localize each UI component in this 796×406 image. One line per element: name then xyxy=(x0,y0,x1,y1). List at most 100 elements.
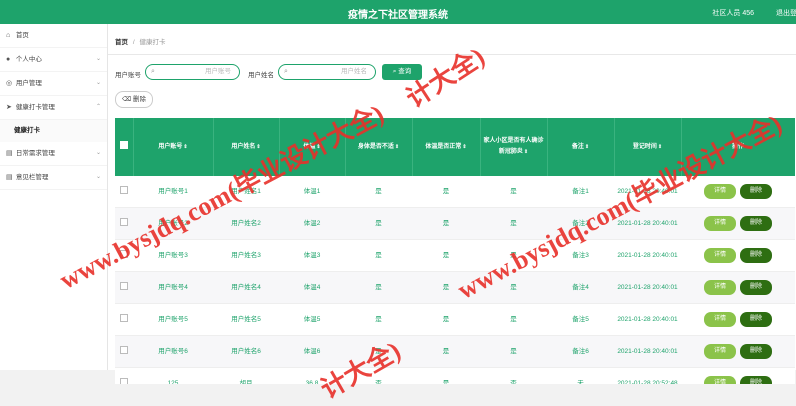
table-cell: 是 xyxy=(412,271,480,304)
sidebar-item-users[interactable]: ◎ 用户管理 ⌄ xyxy=(0,72,107,96)
table-cell: 2021-01-28 20:40:01 xyxy=(614,239,681,272)
table-cell: 用户姓名2 xyxy=(213,207,279,240)
sidebar-item-home[interactable]: ⌂ 首页 xyxy=(0,24,107,48)
search-icon: ⌕ xyxy=(392,68,397,75)
column-header[interactable]: 用户姓名⇕ xyxy=(213,118,280,176)
detail-button[interactable]: 详情 xyxy=(704,344,736,359)
breadcrumb-home[interactable]: 首页 xyxy=(115,39,128,46)
detail-button[interactable]: 详情 xyxy=(704,280,736,295)
row-checkbox[interactable] xyxy=(120,377,128,384)
table-cell: 2021-01-28 20:40:01 xyxy=(614,207,681,240)
table-row: 用户账号6 用户姓名6 体温6 是是是备注6 2021-01-28 20:40:01 详情… xyxy=(115,335,795,368)
table-cell: 用户姓名5 xyxy=(213,303,279,336)
detail-button[interactable]: 详情 xyxy=(704,184,736,199)
table-cell: 2021-01-28 20:40:01 xyxy=(614,176,681,208)
detail-button[interactable]: 详情 xyxy=(704,248,736,263)
delete-button[interactable]: 删除 xyxy=(740,280,772,295)
home-icon: ⌂ xyxy=(6,32,11,39)
detail-button[interactable]: 详情 xyxy=(704,376,736,384)
column-header[interactable]: 登记时间⇕ xyxy=(614,118,682,176)
sidebar-subitem-health-checkin[interactable]: 健康打卡 xyxy=(0,120,107,142)
row-actions: 详情 删除 xyxy=(681,335,795,368)
name-search-input[interactable]: ⌕ 用户姓名 xyxy=(278,64,376,80)
table-cell: 是 xyxy=(345,303,412,336)
table-cell: 是 xyxy=(345,271,412,304)
delete-button[interactable]: 删除 xyxy=(740,248,772,263)
sidebar-item-profile[interactable]: ● 个人中心 ⌄ xyxy=(0,48,107,72)
table-cell: 是 xyxy=(480,303,547,336)
column-header[interactable]: 体温是否正常⇕ xyxy=(412,118,481,176)
delete-button[interactable]: 删除 xyxy=(740,184,772,199)
sidebar-item-label: 日常需求管理 xyxy=(15,150,55,157)
chevron-down-icon: ⌄ xyxy=(95,150,101,156)
row-checkbox[interactable] xyxy=(120,281,128,290)
account-label: 用户账号 xyxy=(115,72,141,79)
sidebar-item-label: 健康打卡管理 xyxy=(15,104,55,111)
table-cell: 是 xyxy=(345,176,412,208)
sidebar-item-health[interactable]: ➤ 健康打卡管理 ⌃ xyxy=(0,96,107,120)
column-header[interactable]: 体温⇕ xyxy=(279,118,346,176)
account-placeholder: 用户账号 xyxy=(205,68,231,75)
table-cell: 用户账号6 xyxy=(133,335,213,368)
column-header[interactable]: 家人小区是否有人确诊新冠肺炎⇕ xyxy=(480,118,548,176)
sidebar-item-needs[interactable]: ▤ 日常需求管理 ⌄ xyxy=(0,142,107,166)
detail-button[interactable]: 详情 xyxy=(704,216,736,231)
row-checkbox[interactable] xyxy=(120,249,128,258)
table-cell: 是 xyxy=(345,239,412,272)
sort-icon: ⇕ xyxy=(394,143,400,150)
sidebar-item-feedback[interactable]: ▤ 意见栏管理 ⌄ xyxy=(0,166,107,190)
table-cell: 用户账号5 xyxy=(133,303,213,336)
table-header-row: 用户账号⇕ 用户姓名⇕ 体温⇕ 身体是否不适⇕ 体温是否正常⇕ 家人小区是否有人… xyxy=(115,118,795,176)
row-checkbox[interactable] xyxy=(120,313,128,322)
sort-icon: ⇕ xyxy=(256,143,261,150)
table-cell: 是 xyxy=(345,335,412,368)
chevron-up-icon: ⌃ xyxy=(95,104,101,110)
batch-delete-label: 删除 xyxy=(133,96,146,103)
app-title: 疫情之下社区管理系统 xyxy=(348,10,448,21)
globe-icon: ◎ xyxy=(6,80,13,87)
current-user: 社区人员 456 xyxy=(712,10,754,17)
table-cell: 备注3 xyxy=(547,239,614,272)
table-cell: 体温6 xyxy=(279,335,345,368)
data-table: 用户账号⇕ 用户姓名⇕ 体温⇕ 身体是否不适⇕ 体温是否正常⇕ 家人小区是否有人… xyxy=(115,118,795,384)
row-checkbox[interactable] xyxy=(120,345,128,354)
delete-button[interactable]: 删除 xyxy=(740,216,772,231)
sort-icon: ⇕ xyxy=(316,143,321,150)
table-cell: 是 xyxy=(480,335,547,368)
column-header: 操作 xyxy=(681,118,795,176)
table-row: 用户账号4 用户姓名4 体温4 是是是备注4 2021-01-28 20:40:01 详情… xyxy=(115,271,795,304)
sidebar-item-label: 用户管理 xyxy=(15,80,42,87)
row-select-cell xyxy=(115,271,133,304)
account-search-input[interactable]: ⌕ 用户账号 xyxy=(145,64,240,80)
row-checkbox[interactable] xyxy=(120,185,128,194)
query-button[interactable]: ⌕ 查询 xyxy=(382,64,422,80)
sort-icon: ⇕ xyxy=(657,143,663,150)
logout-link[interactable]: 退出登录 xyxy=(776,8,796,18)
sort-icon: ⇕ xyxy=(183,143,188,150)
sidebar-item-label: 意见栏管理 xyxy=(15,174,49,181)
delete-button[interactable]: 删除 xyxy=(740,344,772,359)
table-cell: 用户账号3 xyxy=(133,239,213,272)
delete-button[interactable]: 删除 xyxy=(740,312,772,327)
row-checkbox[interactable] xyxy=(120,217,128,226)
column-header[interactable]: 身体是否不适⇕ xyxy=(345,118,413,176)
table-cell: 是 xyxy=(412,335,480,368)
column-header[interactable]: 用户账号⇕ xyxy=(133,118,214,176)
table-cell: 备注4 xyxy=(547,271,614,304)
table-cell: 是 xyxy=(480,176,547,208)
row-select-cell xyxy=(115,207,133,240)
detail-button[interactable]: 详情 xyxy=(704,312,736,327)
row-actions: 详情 删除 xyxy=(681,207,795,240)
table-row: 用户账号3 用户姓名3 体温3 是是是备注3 2021-01-28 20:40:01 详情… xyxy=(115,239,795,272)
name-label: 用户姓名 xyxy=(248,72,274,79)
table-cell: 是 xyxy=(480,207,547,240)
chevron-down-icon: ⌄ xyxy=(95,80,101,86)
select-all-checkbox[interactable] xyxy=(119,140,128,149)
column-header[interactable]: 备注⇕ xyxy=(547,118,615,176)
row-select-cell xyxy=(115,176,133,208)
delete-button[interactable]: 删除 xyxy=(740,376,772,384)
row-actions: 详情 删除 xyxy=(681,271,795,304)
batch-delete-button[interactable]: ⌫ 删除 xyxy=(115,91,153,108)
query-button-label: 查询 xyxy=(398,68,412,75)
table-cell: 是 xyxy=(412,303,480,336)
